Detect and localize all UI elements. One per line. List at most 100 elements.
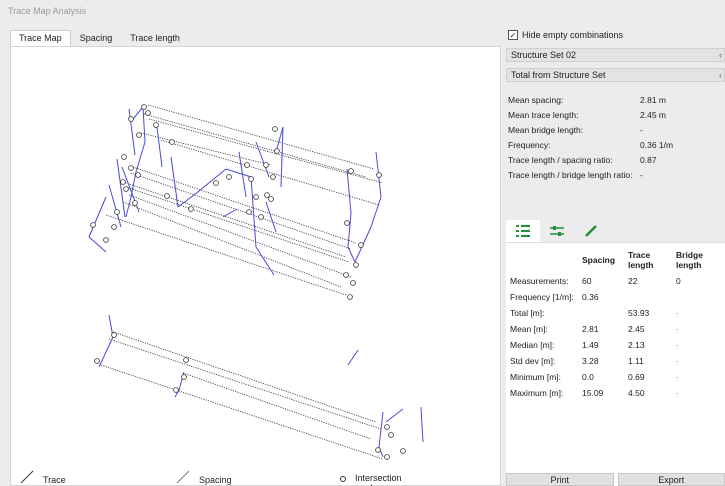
table-cell: - — [676, 388, 679, 398]
intersection-mark — [136, 132, 142, 138]
intersection-legend-icon — [340, 476, 346, 482]
trace-line — [265, 201, 277, 233]
table-cell: 2.13 — [628, 340, 645, 350]
trace-line — [385, 408, 404, 423]
intersection-mark — [246, 209, 252, 215]
table-cell: Frequency [1/m]: — [510, 292, 574, 302]
table-cell: Total [m]: — [510, 308, 545, 318]
trace-line — [280, 126, 284, 188]
hide-empty-checkbox[interactable]: ✓ — [508, 30, 518, 40]
tab-spacing[interactable]: Spacing — [71, 30, 122, 46]
trace-map-panel: Trace Spacing Intersection mark — [10, 46, 501, 486]
header-cell: Spacing — [582, 255, 616, 265]
trace-legend-icon — [20, 470, 34, 484]
intersection-mark — [181, 374, 187, 380]
table-cell: - — [676, 372, 679, 382]
intersection-mark — [376, 172, 382, 178]
sliders-icon[interactable] — [540, 220, 574, 242]
stat-mean-trace-length: Mean trace length: 2.45 m — [506, 107, 725, 122]
legend-intersection: Intersection mark — [337, 467, 402, 486]
spacing-line — [130, 172, 352, 250]
table-cell: - — [676, 356, 679, 366]
trace-line — [420, 406, 424, 443]
structure-set-value: Structure Set 02 — [511, 50, 577, 60]
table-cell: 0.0 — [582, 372, 594, 382]
table-row: Maximum [m]: 15.09 4.50 - — [506, 385, 725, 401]
intersection-mark — [188, 206, 194, 212]
spacing-line — [143, 113, 367, 178]
table-cell: - — [676, 308, 679, 318]
spacing-line — [182, 372, 372, 440]
stat-trace-spacing-ratio: Trace length / spacing ratio: 0.87 — [506, 152, 725, 167]
structure-set-select[interactable]: Structure Set 02 ‹ — [506, 48, 725, 62]
table-icon[interactable] — [506, 220, 540, 242]
stat-label: Mean bridge length: — [508, 124, 584, 135]
stat-value: 0.87 — [640, 154, 657, 165]
hide-empty-option[interactable]: ✓ Hide empty combinations — [508, 30, 623, 40]
header-cell: Trace length — [628, 250, 654, 270]
stat-mean-bridge-length: Mean bridge length: - — [506, 122, 725, 137]
spacing-line — [108, 338, 382, 430]
intersection-mark — [111, 332, 117, 338]
tab-trace-map[interactable]: Trace Map — [10, 30, 71, 46]
results-sidebar: ✓ Hide empty combinations Structure Set … — [506, 30, 725, 486]
table-cell: 22 — [628, 276, 638, 286]
statistics-table: Spacing Trace length Bridge length Measu… — [506, 242, 725, 486]
intersection-mark — [90, 222, 96, 228]
trace-line — [346, 168, 352, 214]
intersection-mark — [114, 209, 120, 215]
legend-intersection-label: Intersection mark — [355, 473, 402, 486]
pencil-icon[interactable] — [574, 220, 608, 242]
tab-trace-length[interactable]: Trace length — [121, 30, 189, 46]
table-cell: 0.36 — [582, 292, 599, 302]
intersection-mark — [135, 172, 141, 178]
total-select[interactable]: Total from Structure Set ‹ — [506, 68, 725, 82]
table-cell: Median [m]: — [510, 340, 555, 350]
stat-mean-spacing: Mean spacing: 2.81 m — [506, 92, 725, 107]
trace-map-canvas[interactable] — [11, 47, 500, 462]
spacing-line — [132, 166, 357, 244]
stat-value: 0.36 1/m — [640, 139, 674, 150]
intersection-mark — [253, 194, 259, 200]
trace-line — [238, 151, 247, 198]
intersection-mark — [384, 454, 390, 460]
intersection-mark — [120, 179, 126, 185]
hide-empty-label: Hide empty combinations — [522, 30, 624, 40]
trace-line — [347, 246, 356, 263]
intersection-mark — [94, 358, 100, 364]
table-cell: 0.69 — [628, 372, 645, 382]
intersection-mark — [268, 196, 274, 202]
print-button[interactable]: Print — [506, 473, 614, 486]
legend-spacing-label: Spacing — [199, 475, 232, 485]
trace-line — [347, 212, 352, 248]
table-cell: Maximum [m]: — [510, 388, 564, 398]
intersection-mark — [128, 116, 134, 122]
intersection-mark — [164, 193, 170, 199]
spacing-line — [100, 364, 384, 460]
table-cell: Std dev [m]: — [510, 356, 556, 366]
stat-value: 2.81 m — [640, 94, 666, 105]
view-toolbar — [506, 220, 725, 242]
export-button[interactable]: Export — [617, 473, 725, 486]
trace-line — [108, 184, 122, 228]
table-row: Median [m]: 1.49 2.13 - — [506, 337, 725, 353]
summary-stats: Mean spacing: 2.81 m Mean trace length: 2.… — [506, 92, 725, 182]
table-header: Spacing Trace length Bridge length — [506, 247, 725, 273]
header-cell: Bridge length — [676, 250, 703, 270]
stat-label: Frequency: — [508, 139, 551, 150]
spacing-line — [125, 186, 350, 263]
intersection-mark — [358, 242, 364, 248]
spacing-line — [122, 181, 347, 258]
intersection-mark — [173, 387, 179, 393]
table-cell: 60 — [582, 276, 592, 286]
trace-line — [135, 141, 146, 173]
trace-line — [88, 196, 107, 238]
intersection-mark — [348, 168, 354, 174]
intersection-mark — [400, 448, 406, 454]
stat-trace-bridge-ratio: Trace length / bridge length ratio: - — [506, 167, 725, 182]
intersection-mark — [123, 186, 129, 192]
spacing-line — [147, 104, 375, 170]
table-cell: 3.28 — [582, 356, 599, 366]
table-cell: 2.81 — [582, 324, 599, 334]
stat-label: Mean spacing: — [508, 94, 564, 105]
